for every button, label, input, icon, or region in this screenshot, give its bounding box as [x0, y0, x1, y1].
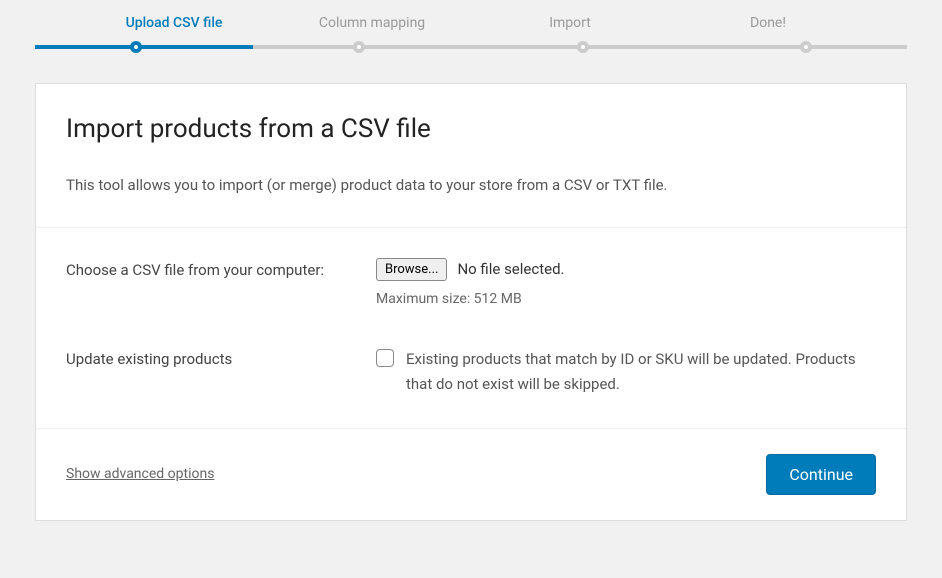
- file-row: Choose a CSV file from your computer: Br…: [66, 258, 876, 307]
- stepper-dots: [35, 41, 907, 53]
- stepper-labels: Upload CSV file Column mapping Import Do…: [35, 15, 907, 31]
- card-footer: Show advanced options Continue: [36, 429, 906, 520]
- update-label: Update existing products: [66, 347, 376, 398]
- file-label: Choose a CSV file from your computer:: [66, 258, 376, 307]
- continue-button[interactable]: Continue: [766, 454, 876, 495]
- page-description: This tool allows you to import (or merge…: [66, 174, 876, 197]
- step-done: Done!: [669, 15, 867, 31]
- card-header: Import products from a CSV file This too…: [36, 84, 906, 228]
- update-checkbox[interactable]: [376, 349, 394, 367]
- import-card: Import products from a CSV file This too…: [35, 83, 907, 521]
- step-column-mapping: Column mapping: [273, 15, 471, 31]
- step-dot-column-mapping: [353, 41, 365, 53]
- browse-button[interactable]: Browse...: [376, 258, 447, 281]
- stepper: Upload CSV file Column mapping Import Do…: [0, 0, 942, 53]
- update-checkbox-text: Existing products that match by ID or SK…: [406, 347, 876, 398]
- step-dot-import: [577, 41, 589, 53]
- step-dot-done: [800, 41, 812, 53]
- step-upload: Upload CSV file: [75, 15, 273, 31]
- update-field: Existing products that match by ID or SK…: [376, 347, 876, 398]
- update-checkbox-row: Existing products that match by ID or SK…: [376, 347, 876, 398]
- step-import: Import: [471, 15, 669, 31]
- card-body: Choose a CSV file from your computer: Br…: [36, 228, 906, 429]
- page-title: Import products from a CSV file: [66, 114, 876, 144]
- file-field: Browse... No file selected. Maximum size…: [376, 258, 876, 307]
- file-size-hint: Maximum size: 512 MB: [376, 291, 876, 307]
- advanced-options-link[interactable]: Show advanced options: [66, 466, 214, 482]
- update-row: Update existing products Existing produc…: [66, 347, 876, 398]
- file-input-row: Browse... No file selected.: [376, 258, 876, 281]
- stepper-bar: [35, 41, 907, 53]
- step-dot-upload: [130, 41, 142, 53]
- file-status: No file selected.: [457, 260, 564, 278]
